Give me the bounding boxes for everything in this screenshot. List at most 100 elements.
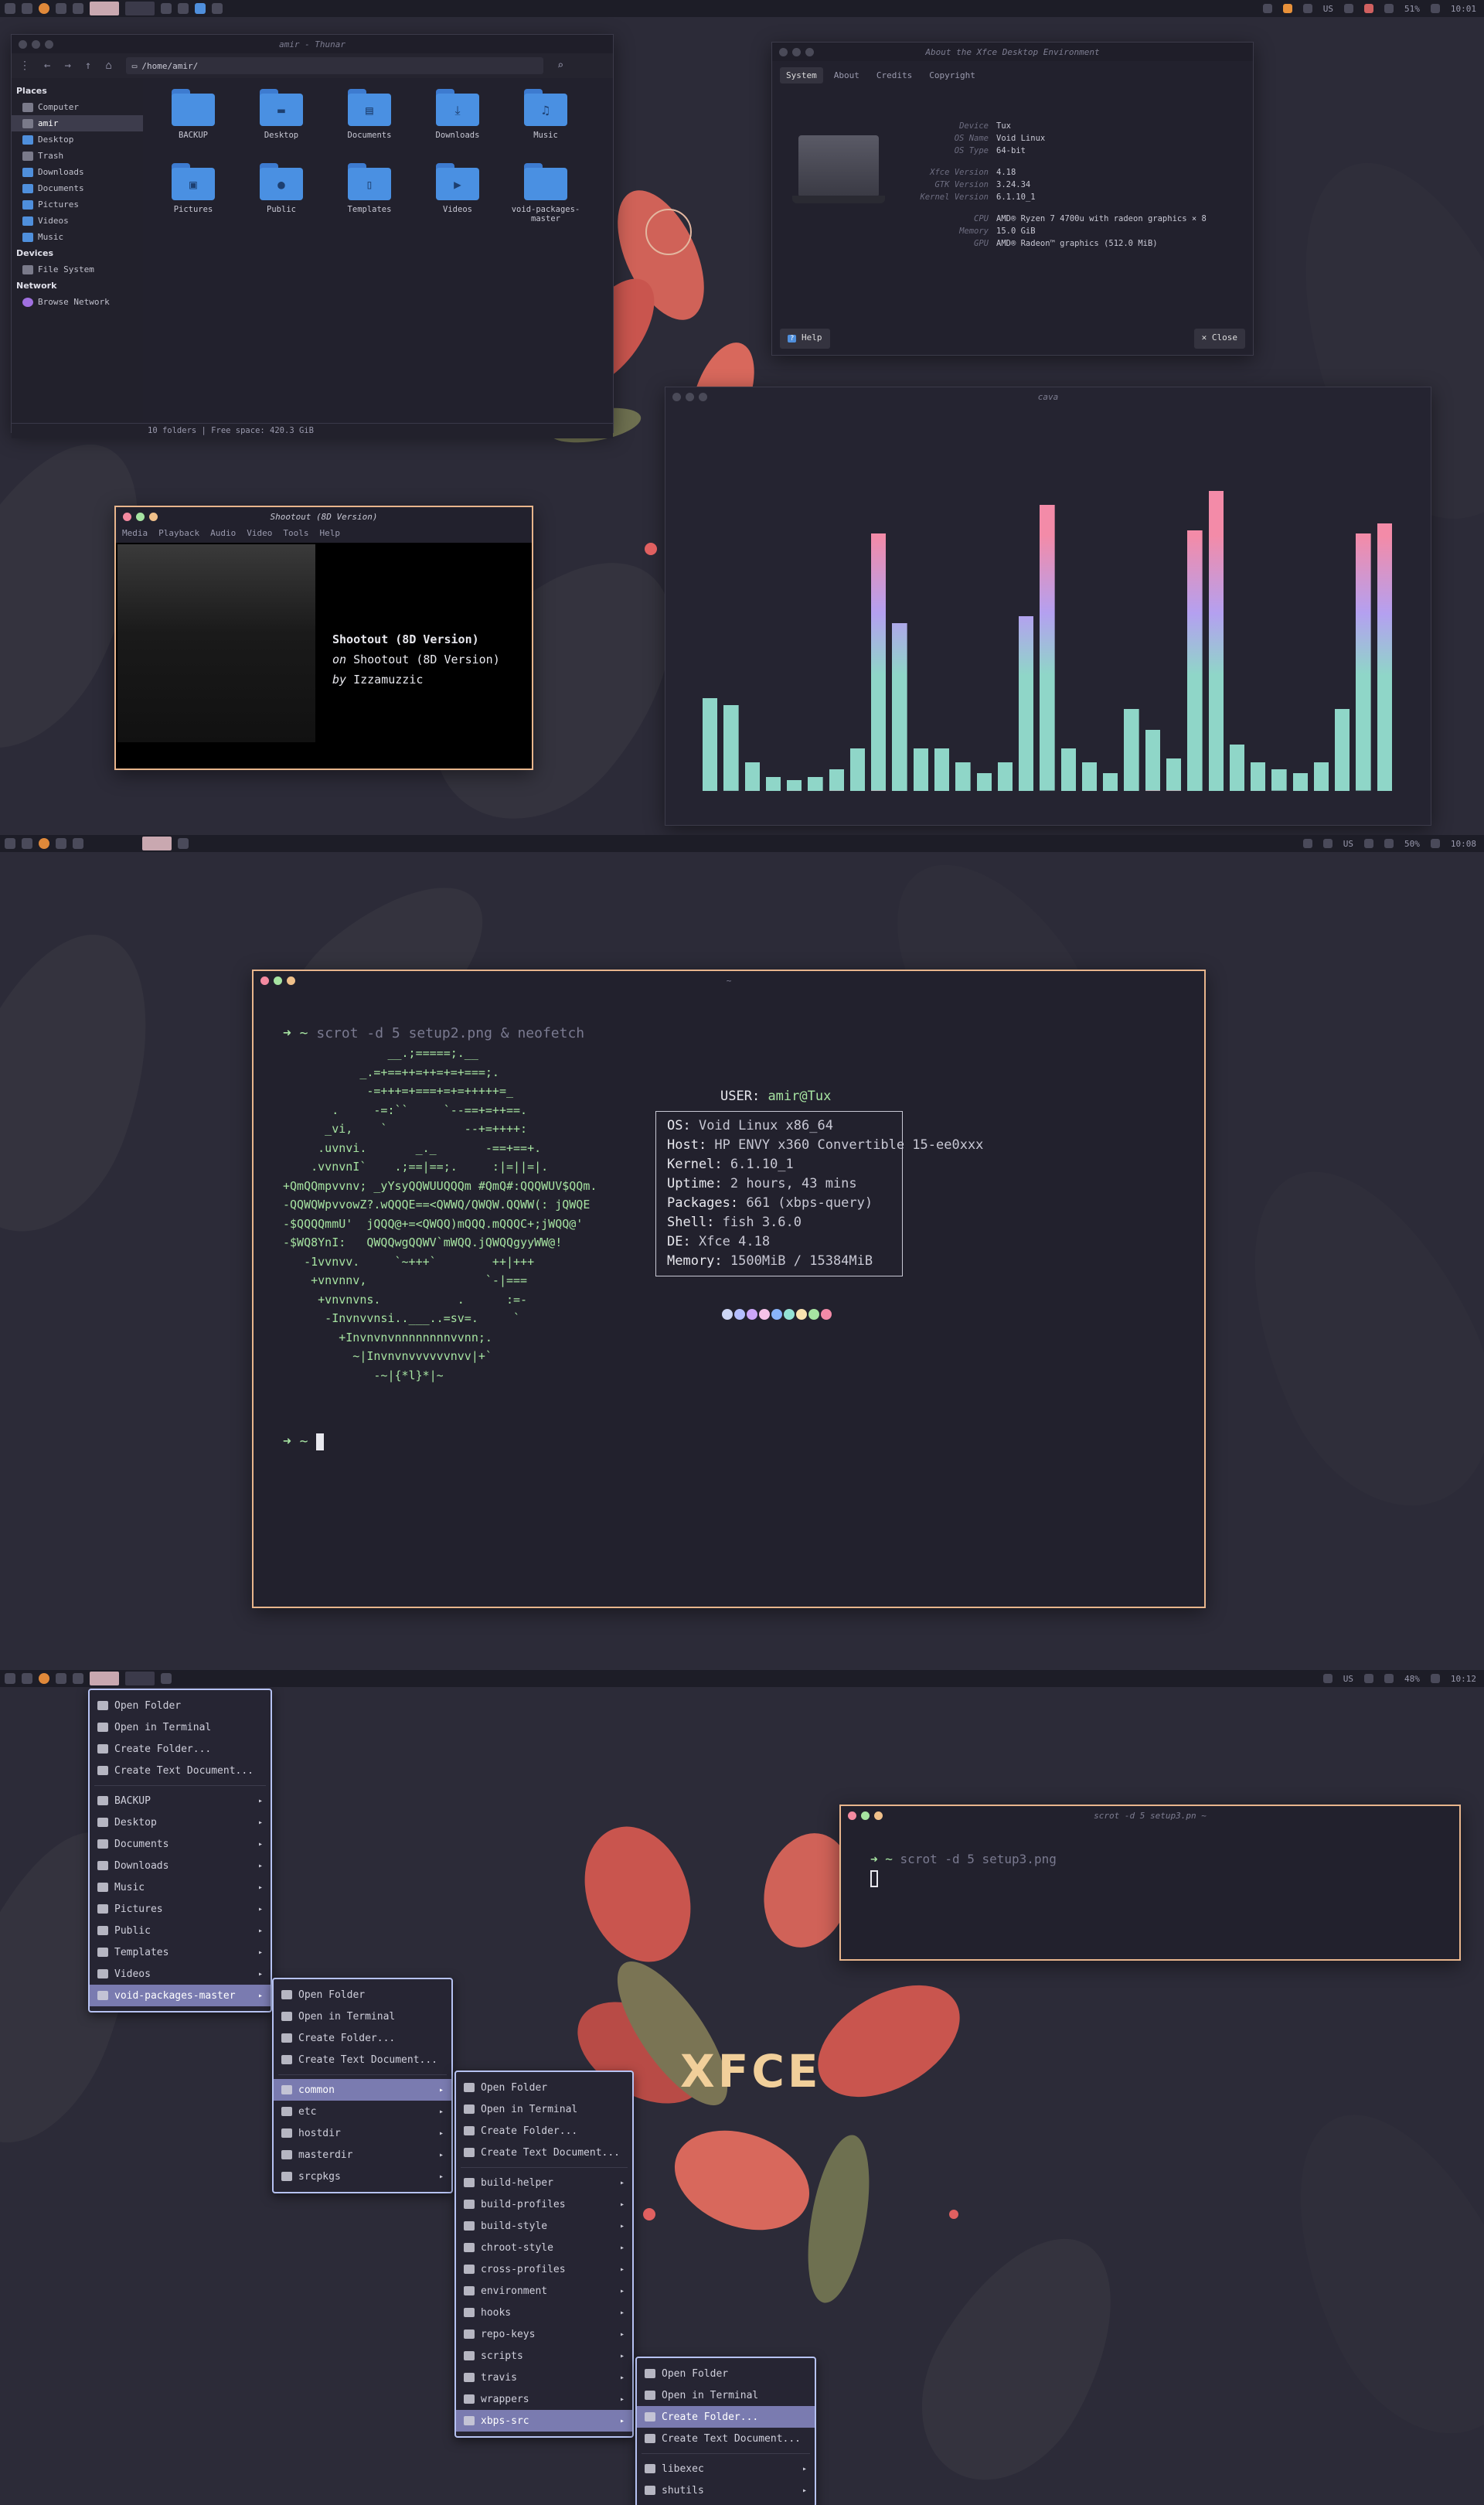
- workspace-2-button[interactable]: [142, 837, 172, 850]
- telegram-tray-icon[interactable]: [1302, 4, 1312, 13]
- menu-folder-item[interactable]: xbps-src ▸: [456, 2410, 632, 2432]
- app-menu-icon[interactable]: [5, 1673, 15, 1684]
- volume-icon[interactable]: [1384, 839, 1394, 848]
- battery-percent[interactable]: 48%: [1404, 1674, 1420, 1684]
- volume-icon[interactable]: [1384, 4, 1394, 13]
- sidebar-item-trash[interactable]: Trash: [12, 148, 143, 164]
- menu-action[interactable]: Create Folder...: [456, 2120, 632, 2142]
- folder-item[interactable]: BACKUP: [149, 89, 237, 163]
- thunar-titlebar[interactable]: amir - Thunar: [12, 35, 613, 53]
- menu-folder-item[interactable]: Downloads ▸: [90, 1855, 271, 1876]
- menu-folder-item[interactable]: Documents ▸: [90, 1833, 271, 1855]
- file-manager-launcher-icon[interactable]: [56, 3, 66, 14]
- menu-folder-item[interactable]: BACKUP ▸: [90, 1790, 271, 1811]
- menu-folder-item[interactable]: masterdir ▸: [274, 2144, 451, 2166]
- close-button[interactable]: [260, 976, 269, 985]
- sidebar-item-pictures[interactable]: Pictures: [12, 196, 143, 213]
- menu-folder-item[interactable]: wrappers ▸: [456, 2388, 632, 2410]
- network-icon[interactable]: [1302, 839, 1312, 848]
- menu-folder-item[interactable]: etc ▸: [274, 2101, 451, 2122]
- sidebar-item-videos[interactable]: Videos: [12, 213, 143, 229]
- menu-action[interactable]: Open in Terminal: [456, 2098, 632, 2120]
- minimize-button[interactable]: [792, 48, 801, 56]
- menu-folder-item[interactable]: Videos ▸: [90, 1963, 271, 1985]
- menu-folder-item[interactable]: libexec ▸: [637, 2458, 815, 2479]
- file-manager-launcher-icon[interactable]: [56, 1673, 66, 1684]
- sidebar-item-documents[interactable]: Documents: [12, 180, 143, 196]
- terminal-content[interactable]: ➜ ~ scrot -d 5 setup3.png: [870, 1849, 1057, 1887]
- telegram-tray-icon[interactable]: [1322, 839, 1333, 848]
- workspace-2-button[interactable]: [125, 1672, 155, 1685]
- folder-item[interactable]: void-packages-master: [502, 163, 590, 237]
- browser-launcher-icon[interactable]: [39, 838, 49, 849]
- terminal-titlebar[interactable]: scrot -d 5 setup3.pn ~: [841, 1806, 1459, 1825]
- maximize-button[interactable]: [699, 393, 707, 401]
- tasklist-terminal-icon[interactable]: [161, 1673, 172, 1684]
- menu-action[interactable]: Create Folder...: [637, 2406, 815, 2428]
- menu-media[interactable]: Media: [122, 528, 148, 540]
- menu-action[interactable]: Open in Terminal: [637, 2384, 815, 2406]
- help-button[interactable]: ? Help: [780, 329, 830, 349]
- keyboard-layout[interactable]: US: [1323, 4, 1333, 14]
- menu-folder-item[interactable]: build-profiles ▸: [456, 2193, 632, 2215]
- app-menu-icon[interactable]: [5, 3, 15, 14]
- keyboard-layout[interactable]: US: [1343, 1674, 1353, 1684]
- folder-item[interactable]: ▤ Documents: [325, 89, 414, 163]
- tasklist-thunar-icon[interactable]: [161, 3, 172, 14]
- terminal-titlebar[interactable]: ~: [254, 971, 1204, 990]
- minimize-button[interactable]: [686, 393, 694, 401]
- close-button[interactable]: [19, 40, 27, 49]
- menu-folder-item[interactable]: Pictures ▸: [90, 1898, 271, 1920]
- player-titlebar[interactable]: Shootout (8D Version): [116, 507, 532, 526]
- menu-action[interactable]: Open Folder: [456, 2077, 632, 2098]
- menu-action[interactable]: Open in Terminal: [90, 1716, 271, 1738]
- tab-copyright[interactable]: Copyright: [923, 67, 982, 84]
- maximize-button[interactable]: [874, 1811, 883, 1820]
- search-icon[interactable]: ⌕: [557, 60, 563, 72]
- sidebar-item-filesystem[interactable]: File System: [12, 261, 143, 278]
- sidebar-item-browse-network[interactable]: Browse Network: [12, 294, 143, 310]
- menu-folder-item[interactable]: chroot-style ▸: [456, 2237, 632, 2258]
- close-dialog-button[interactable]: ✕ Close: [1193, 329, 1245, 349]
- menu-folder-item[interactable]: scripts ▸: [456, 2345, 632, 2367]
- clock[interactable]: 10:12: [1451, 1674, 1476, 1684]
- battery-percent[interactable]: 51%: [1404, 4, 1420, 14]
- battery-percent[interactable]: 50%: [1404, 839, 1420, 849]
- microphone-muted-icon[interactable]: [1364, 4, 1373, 13]
- clipboard-icon[interactable]: [1364, 1674, 1373, 1683]
- minimize-button[interactable]: [32, 40, 40, 49]
- menu-audio[interactable]: Audio: [210, 528, 236, 540]
- menu-action[interactable]: Create Text Document...: [456, 2142, 632, 2163]
- menu-folder-item[interactable]: hooks ▸: [456, 2302, 632, 2323]
- close-button[interactable]: [123, 513, 131, 521]
- tab-about[interactable]: About: [828, 67, 866, 84]
- home-icon[interactable]: ⌂: [105, 60, 111, 72]
- minimize-button[interactable]: [861, 1811, 870, 1820]
- terminal-content[interactable]: ➜ ~ scrot -d 5 setup2.png & neofetch __.…: [283, 1024, 1189, 1591]
- workspace-1-button[interactable]: [90, 1672, 119, 1685]
- menu-action[interactable]: Create Folder...: [90, 1738, 271, 1760]
- menu-folder-item[interactable]: common ▸: [274, 2079, 451, 2101]
- clipboard-icon[interactable]: [1364, 839, 1373, 848]
- menu-folder-item[interactable]: travis ▸: [456, 2367, 632, 2388]
- menu-action[interactable]: Create Text Document...: [274, 2049, 451, 2070]
- vlc-tray-icon[interactable]: [1282, 4, 1292, 13]
- folder-item[interactable]: ▣ Pictures: [149, 163, 237, 237]
- menu-help[interactable]: Help: [319, 528, 340, 540]
- maximize-button[interactable]: [805, 48, 814, 56]
- menu-folder-item[interactable]: build-style ▸: [456, 2215, 632, 2237]
- folder-item[interactable]: ♫ Music: [502, 89, 590, 163]
- tasklist-player-icon[interactable]: [195, 3, 206, 14]
- close-button[interactable]: [672, 393, 681, 401]
- notification-bell-icon[interactable]: [1430, 1674, 1440, 1683]
- maximize-button[interactable]: [287, 976, 295, 985]
- folder-launcher-icon[interactable]: [73, 3, 83, 14]
- menu-folder-item[interactable]: environment ▸: [456, 2280, 632, 2302]
- sidebar-item-computer[interactable]: Computer: [12, 99, 143, 115]
- volume-icon[interactable]: [1384, 1674, 1394, 1683]
- menu-folder-item[interactable]: cross-profiles ▸: [456, 2258, 632, 2280]
- keyboard-layout[interactable]: US: [1343, 839, 1353, 849]
- menu-playback[interactable]: Playback: [158, 528, 199, 540]
- network-icon[interactable]: [1262, 4, 1272, 13]
- menu-kebab-icon[interactable]: ⋮: [19, 60, 30, 72]
